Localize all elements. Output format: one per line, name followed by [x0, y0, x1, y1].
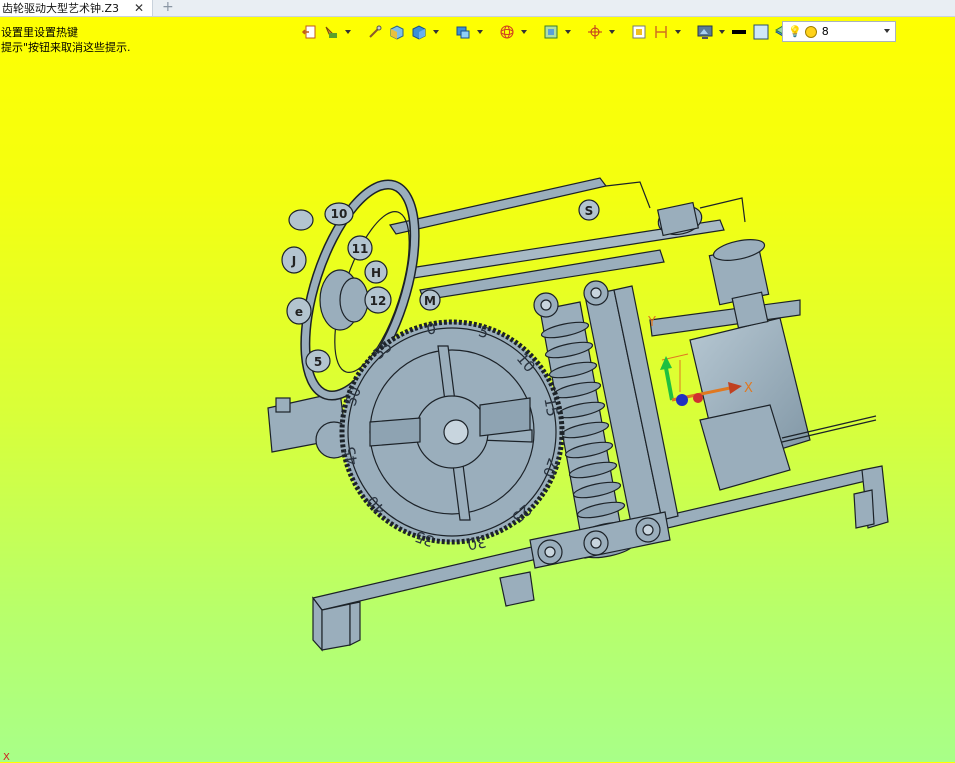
pick-icon[interactable]	[366, 23, 384, 41]
align-icon[interactable]	[652, 23, 670, 41]
cube-shaded-icon[interactable]	[388, 23, 406, 41]
section-view-icon[interactable]	[542, 23, 560, 41]
model-viewport[interactable]: 0 5 10 15 20 25 30 35 40 45 50 55 10 11 …	[0, 0, 955, 762]
exit-icon[interactable]	[300, 23, 318, 41]
hour-label-j: J	[291, 254, 296, 268]
origin-icon[interactable]	[586, 23, 604, 41]
render-icon[interactable]	[696, 23, 714, 41]
view-toolbar	[300, 21, 804, 43]
chevron-down-icon	[884, 29, 890, 33]
select-filter-icon[interactable]	[322, 23, 340, 41]
display-mode-dropdown[interactable]	[476, 23, 484, 41]
left-bracket	[267, 391, 353, 459]
hour-label-10: 10	[331, 207, 348, 221]
cube-view-icon[interactable]	[410, 23, 428, 41]
section-view-dropdown[interactable]	[564, 23, 572, 41]
motor-block	[649, 239, 877, 491]
wireframe-dropdown[interactable]	[520, 23, 528, 41]
dial-number-15: 15	[540, 396, 561, 418]
origin-dropdown[interactable]	[608, 23, 616, 41]
line-color-icon[interactable]	[730, 23, 748, 41]
face-color-icon[interactable]	[752, 23, 770, 41]
align-dropdown[interactable]	[674, 23, 682, 41]
y-axis-label: Y	[647, 315, 656, 330]
top-rail	[389, 177, 746, 301]
wireframe-sphere-icon[interactable]	[498, 23, 516, 41]
layer-selector[interactable]: 💡 8	[782, 21, 896, 42]
display-mode-icon[interactable]	[454, 23, 472, 41]
cube-view-dropdown[interactable]	[432, 23, 440, 41]
corner-axis-marker: X	[3, 752, 10, 763]
hour-label-5: 5	[314, 355, 322, 369]
second-indicator-label: S	[585, 204, 594, 218]
lightbulb-icon: 💡	[788, 25, 802, 38]
minute-indicator-label: M	[424, 294, 436, 308]
layer-color-icon	[804, 25, 817, 38]
x-axis-label: X	[744, 381, 753, 396]
dial-number-45: 45	[341, 445, 362, 467]
select-filter-dropdown[interactable]	[344, 23, 352, 41]
hour-indicator-label: H	[371, 266, 381, 280]
hour-label-e: e	[295, 305, 303, 319]
fit-icon[interactable]	[630, 23, 648, 41]
layer-value: 8	[821, 25, 829, 38]
render-dropdown[interactable]	[718, 23, 726, 41]
dial-number-30: 30	[466, 532, 488, 553]
hour-label-11: 11	[352, 242, 369, 256]
hour-label-12: 12	[370, 294, 387, 308]
